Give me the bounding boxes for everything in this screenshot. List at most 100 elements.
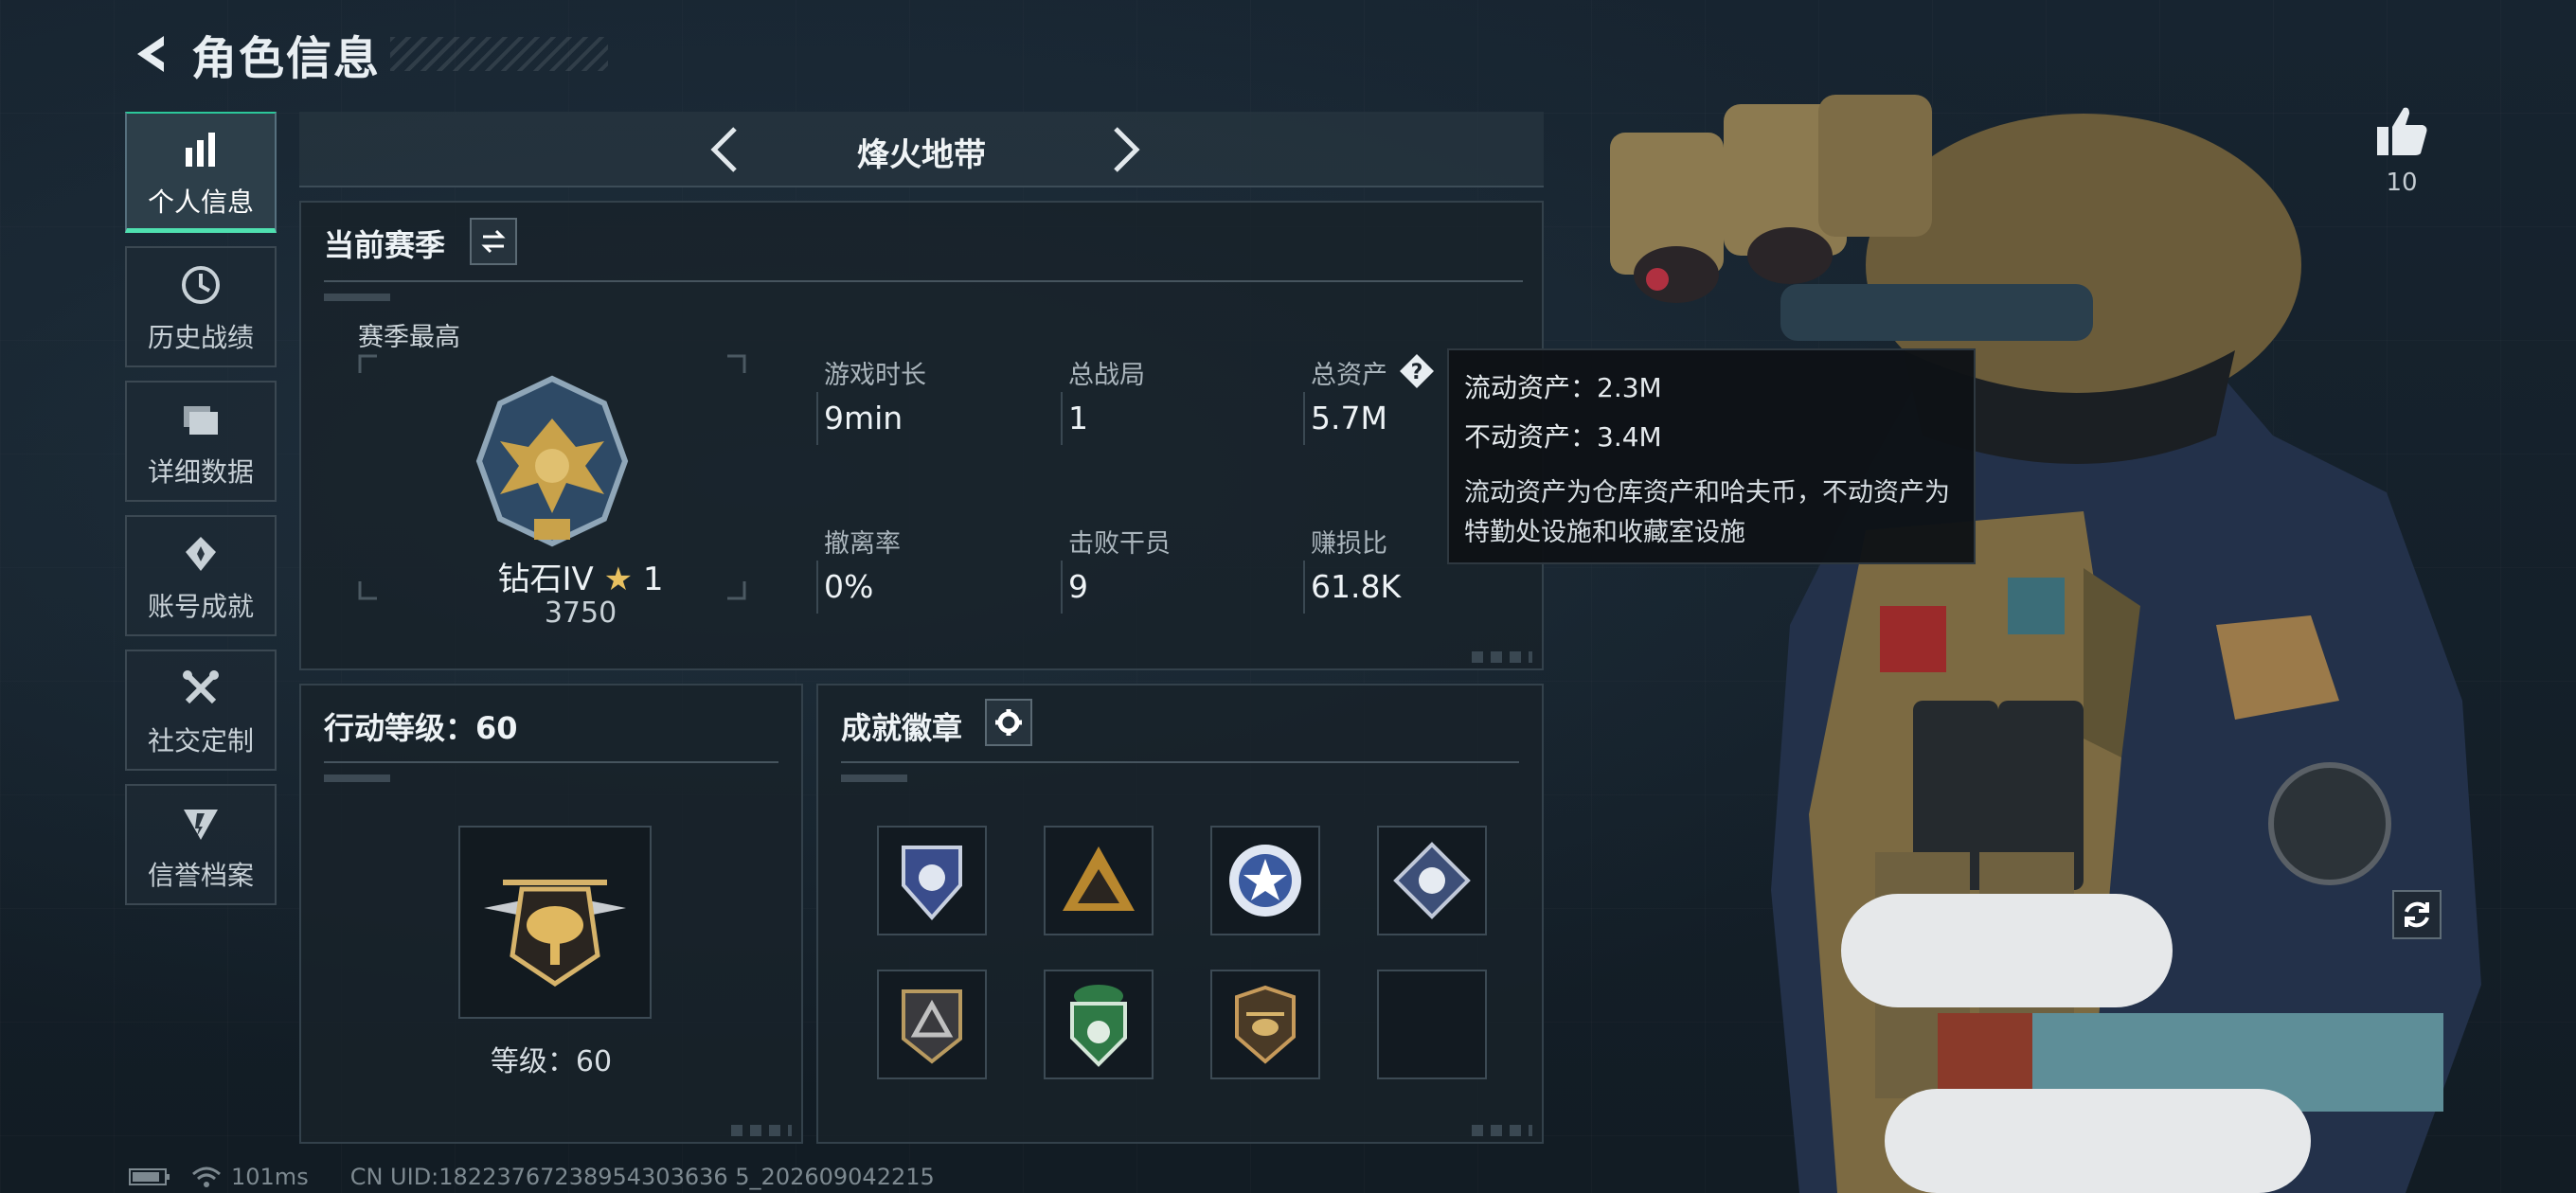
divider-accent xyxy=(324,294,390,301)
swap-icon xyxy=(481,229,506,254)
rank-points: 3750 xyxy=(544,596,617,630)
badge-slot[interactable] xyxy=(1377,826,1487,935)
stat-label-profit-ratio: 赚损比 xyxy=(1311,529,1387,559)
clock-icon xyxy=(182,266,220,304)
green-shield-badge-icon xyxy=(1070,985,1127,1067)
tooltip-description: 流动资产为仓库资产和哈夫币，不动资产为特勤处设施和收藏室设施 xyxy=(1464,478,1950,547)
level-emblem-frame xyxy=(458,826,652,1019)
mountain-badge-icon xyxy=(1063,846,1135,911)
stat-divider xyxy=(816,561,818,614)
refresh-button[interactable] xyxy=(2392,890,2442,939)
action-level-panel: 行动等级：60 等级：60 xyxy=(299,684,803,1144)
stat-value-profit-ratio: 61.8K xyxy=(1311,568,1402,605)
current-season-panel: 当前赛季 赛季最高 钻石IV ★ 1 3750 游戏时长 9min 总战局 1 … xyxy=(299,201,1544,670)
uid-text: CN UID:18223767238954303636 5_2026090422… xyxy=(349,1164,935,1190)
sidebar-item-label: 详细数据 xyxy=(147,456,254,488)
sidebar-item-personal-info[interactable]: 个人信息 xyxy=(125,112,277,233)
star-badge-icon xyxy=(1229,845,1301,917)
chevron-right-icon xyxy=(1114,127,1140,172)
season-best-label: 赛季最高 xyxy=(358,323,460,352)
helicopter-badge-icon xyxy=(1235,985,1296,1064)
rank-stars: 1 xyxy=(642,561,664,598)
divider xyxy=(324,280,1523,282)
sidebar-item-detailed-data[interactable]: 详细数据 xyxy=(125,381,277,502)
sidebar: 个人信息 历史战绩 详细数据 账号成就 社交定制 信誉档案 xyxy=(125,112,278,918)
like-widget: 10 xyxy=(2364,102,2440,197)
like-count: 10 xyxy=(2386,169,2418,197)
blurred-name-plate-2 xyxy=(1885,1089,2311,1193)
sidebar-item-label: 社交定制 xyxy=(147,725,254,757)
shield-badge-icon xyxy=(902,846,962,921)
helicopter-emblem-icon xyxy=(484,880,626,988)
stat-value-operators-defeated: 9 xyxy=(1068,568,1088,605)
sidebar-item-match-history[interactable]: 历史战绩 xyxy=(125,246,277,367)
stat-value-total-assets: 5.7M xyxy=(1311,400,1387,436)
badge-slot-empty[interactable] xyxy=(1377,970,1487,1079)
blurred-name-plate xyxy=(1841,894,2173,1007)
stat-label-playtime: 游戏时长 xyxy=(824,361,926,390)
season-selector: 烽火地带 xyxy=(299,112,1544,187)
stat-label-total-matches: 总战局 xyxy=(1068,361,1145,390)
stat-divider xyxy=(1303,561,1305,614)
divider-accent xyxy=(841,775,907,782)
season-name: 烽火地带 xyxy=(857,136,986,174)
badge-slot[interactable] xyxy=(1044,970,1154,1079)
rank-name: 钻石IV xyxy=(497,561,594,598)
badge-slot[interactable] xyxy=(1210,826,1320,935)
triangle-badge-icon xyxy=(902,989,962,1064)
help-icon[interactable]: ? xyxy=(1398,352,1436,390)
badge-slot[interactable] xyxy=(877,970,987,1079)
sidebar-item-achievements[interactable]: 账号成就 xyxy=(125,515,277,636)
credit-icon xyxy=(184,810,218,840)
tooltip-fixed-assets: 不动资产：3.4M xyxy=(1464,421,1662,453)
sidebar-item-label: 历史战绩 xyxy=(147,322,254,353)
battery-icon xyxy=(129,1168,170,1185)
title-decoration xyxy=(390,37,609,71)
level-text: 等级：60 xyxy=(490,1045,613,1078)
divider-accent xyxy=(324,775,390,782)
current-season-title: 当前赛季 xyxy=(324,227,446,263)
rank-star-icon: ★ xyxy=(603,561,634,598)
back-arrow-icon xyxy=(137,36,164,72)
folder-icon xyxy=(184,406,218,435)
wifi-icon xyxy=(192,1166,221,1187)
achievement-icon xyxy=(186,537,216,571)
panel-corner-decoration xyxy=(731,1125,792,1136)
diamond-badge-icon xyxy=(1393,842,1471,919)
switch-season-button[interactable] xyxy=(470,218,517,265)
stat-label-operators-defeated: 击败干员 xyxy=(1068,529,1171,559)
stat-label-extraction-rate: 撤离率 xyxy=(824,529,901,559)
rank-name-row: 钻石IV ★ 1 xyxy=(301,553,860,599)
stat-value-total-matches: 1 xyxy=(1068,400,1088,436)
panel-corner-decoration xyxy=(1472,1125,1532,1136)
stat-divider xyxy=(1303,392,1305,445)
tooltip-liquid-assets: 流动资产：2.3M xyxy=(1464,372,1662,403)
sidebar-item-social-custom[interactable]: 社交定制 xyxy=(125,650,277,771)
thumbs-up-icon[interactable] xyxy=(2373,102,2430,159)
back-button[interactable] xyxy=(123,26,180,82)
stat-divider xyxy=(1061,561,1063,614)
achievement-badges-panel: 成就徽章 xyxy=(816,684,1544,1144)
badge-slot[interactable] xyxy=(1044,826,1154,935)
action-level-title: 行动等级：60 xyxy=(324,710,518,746)
stat-value-extraction-rate: 0% xyxy=(824,568,874,605)
badge-slot[interactable] xyxy=(1210,970,1320,1079)
stat-label-total-assets: 总资产 xyxy=(1311,361,1387,390)
status-bar: 101ms CN UID:18223767238954303636 5_2026… xyxy=(129,1163,935,1191)
diamond-rank-emblem-icon xyxy=(475,375,629,547)
ping-value: 101ms xyxy=(231,1164,309,1190)
sidebar-item-label: 信誉档案 xyxy=(147,860,254,891)
badges-title: 成就徽章 xyxy=(841,710,963,746)
sidebar-item-credit-record[interactable]: 信誉档案 xyxy=(125,784,277,905)
stat-divider xyxy=(1061,392,1063,445)
next-season-button[interactable] xyxy=(1099,121,1155,178)
badge-slot[interactable] xyxy=(877,826,987,935)
stat-divider xyxy=(816,392,818,445)
sidebar-item-label: 账号成就 xyxy=(147,591,254,622)
divider xyxy=(324,761,778,763)
badge-settings-button[interactable] xyxy=(985,699,1032,746)
svg-text:?: ? xyxy=(1411,361,1423,384)
sidebar-item-label: 个人信息 xyxy=(147,186,254,218)
page-title: 角色信息 xyxy=(191,32,382,85)
bar-chart-icon xyxy=(186,132,215,167)
